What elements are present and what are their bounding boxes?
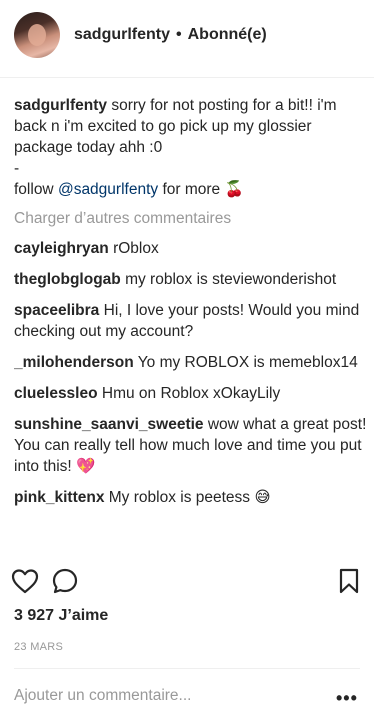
avatar[interactable] [14,12,60,58]
comment-item: theglobglogab my roblox is steviewonderi… [14,269,368,290]
action-bar [0,562,374,602]
comment-item: cluelessleo Hmu on Roblox xOkayLily [14,383,368,404]
comment-item: spaceelibra Hi, I love your posts! Would… [14,300,368,342]
comment-item: cayleighryan rOblox [14,238,368,259]
comments-section[interactable]: sadgurlfenty sorry for not posting for a… [14,95,368,553]
heart-icon [11,569,39,594]
comment-text: Yo my ROBLOX is memeblox14 [137,354,358,371]
comment-text: my roblox is steviewonderishot [125,271,337,288]
caption-username[interactable]: sadgurlfenty [14,97,107,114]
comment-username[interactable]: pink_kittenx [14,489,104,506]
like-button[interactable] [10,566,40,596]
comment-text: rOblox [113,240,159,257]
comment-button[interactable] [50,566,80,596]
comment-item: pink_kittenx My roblox is peetess 😅 [14,487,368,508]
comment-username[interactable]: cluelessleo [14,385,98,402]
cherry-emoji: 🍒 [224,181,244,198]
header-text: sadgurlfenty • Abonné(e) [74,26,267,44]
caption-follow-prefix: follow [14,181,54,198]
bookmark-icon [339,568,359,594]
post-header: sadgurlfenty • Abonné(e) [0,0,374,70]
header-username[interactable]: sadgurlfenty [74,26,170,44]
comment-item: sunshine_saanvi_sweetie wow what a great… [14,414,368,477]
likes-count[interactable]: 3 927 J’aime [14,607,108,625]
more-options-icon[interactable]: ••• [336,688,358,709]
comment-username[interactable]: sunshine_saanvi_sweetie [14,416,204,433]
comment-text: My roblox is peetess 😅 [108,489,271,506]
caption-dash: - [14,160,20,177]
caption-mention-link[interactable]: @sadgurlfenty [58,181,158,198]
comment-divider [14,668,360,669]
comment-item: _milohenderson Yo my ROBLOX is memeblox1… [14,352,368,373]
comment-username[interactable]: _milohenderson [14,354,134,371]
comment-username[interactable]: theglobglogab [14,271,121,288]
post-date: 23 MARS [14,641,64,653]
comment-text: Hmu on Roblox xOkayLily [101,385,281,402]
caption: sadgurlfenty sorry for not posting for a… [14,95,368,200]
load-more-comments-button[interactable]: Charger d’autres commentaires [14,210,368,228]
add-comment-input[interactable] [14,684,314,708]
save-button[interactable] [334,566,364,596]
comment-username[interactable]: spaceelibra [14,302,99,319]
comment-bubble-icon [52,568,78,594]
header-separator: • [176,26,182,43]
comment-username[interactable]: cayleighryan [14,240,109,257]
caption-follow-suffix: for more [162,181,221,198]
follow-status-button[interactable]: Abonné(e) [188,26,267,44]
header-divider [0,77,374,78]
